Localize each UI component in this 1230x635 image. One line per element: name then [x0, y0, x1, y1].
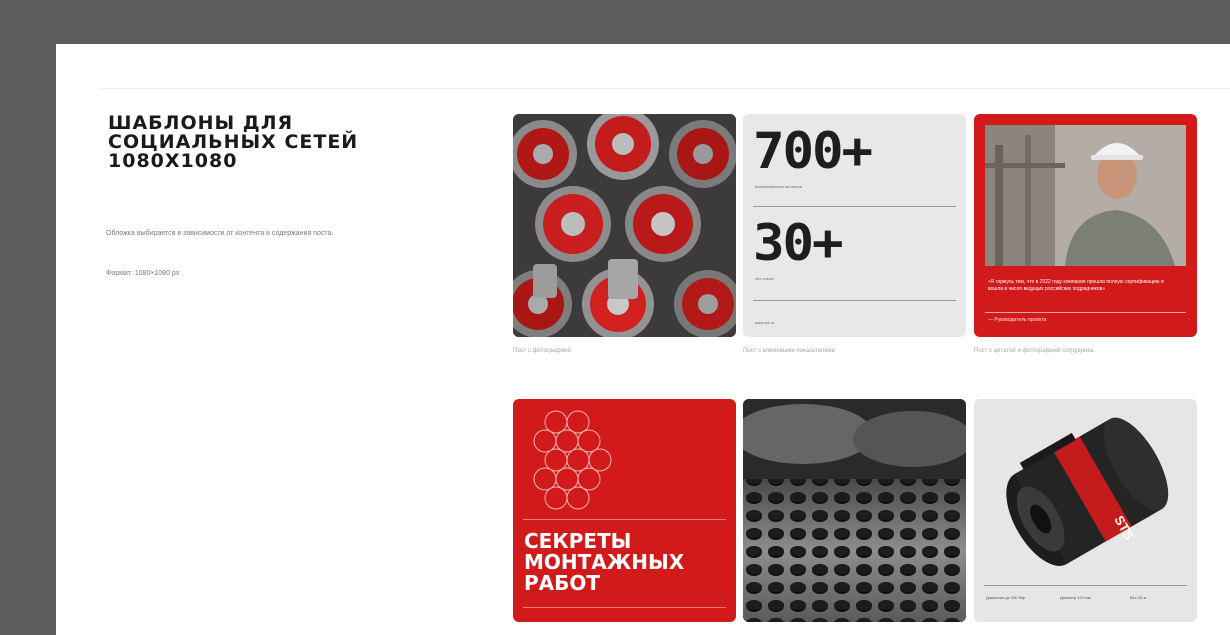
quote-text: «Я горжусь тем, что в 2022 году компания… — [988, 279, 1164, 292]
divider — [753, 206, 956, 207]
quote-author: — Руководитель проекта — [988, 317, 1047, 323]
divider — [984, 585, 1187, 586]
hexagon-pattern-icon — [533, 410, 612, 510]
stat-label: лет опыта — [755, 276, 774, 281]
divider — [753, 300, 956, 301]
card-caption: Пост с цитатой и фотографией сотрудника — [974, 348, 1094, 354]
stat-value: 30+ — [753, 214, 844, 272]
card-caption: Пост с фотографией — [513, 348, 571, 354]
template-card-photo-bw — [743, 399, 966, 622]
website-link: www.sts.ru — [755, 320, 775, 325]
cover-title-line: МОНТАЖНЫХ — [524, 550, 685, 574]
presentation-sheet: ШАБЛОНЫ ДЛЯ СОЦИАЛЬНЫХ СЕТЕЙ 1080X1080 О… — [56, 44, 1230, 635]
title-line: 1080X1080 — [108, 150, 238, 172]
employee-photo — [985, 125, 1186, 266]
spec-item: Вес 35 кг — [1130, 595, 1147, 600]
stat-value: 700+ — [753, 122, 873, 180]
template-card-title: СЕКРЕТЫ МОНТАЖНЫХ РАБОТ — [513, 399, 736, 622]
cover-title-line: РАБОТ — [524, 571, 601, 595]
divider — [523, 519, 726, 520]
cover-title: СЕКРЕТЫ МОНТАЖНЫХ РАБОТ — [524, 531, 684, 594]
divider — [100, 88, 1230, 89]
stat-label: реализованных проектов — [755, 184, 802, 189]
bolts-image — [513, 114, 736, 337]
section-description: Обложка выбирается в зависимости от конт… — [106, 230, 334, 237]
divider — [985, 312, 1186, 313]
format-note: Формат: 1080×1080 px — [106, 270, 180, 277]
divider — [523, 607, 726, 608]
spec-item: Диаметр 120 мм — [1060, 595, 1091, 600]
perforated-plate-image — [743, 399, 966, 622]
template-card-photo — [513, 114, 736, 337]
template-card-quote: «Я горжусь тем, что в 2022 году компания… — [974, 114, 1197, 337]
spec-item: Давление до 250 бар — [986, 595, 1026, 600]
worker-image — [985, 125, 1186, 266]
connector-image: STS — [974, 399, 1197, 579]
cover-title-line: СЕКРЕТЫ — [524, 529, 632, 553]
template-card-product: STS Давление до 250 бар Диаметр 120 мм В… — [974, 399, 1197, 622]
section-title: ШАБЛОНЫ ДЛЯ СОЦИАЛЬНЫХ СЕТЕЙ 1080X1080 — [108, 114, 468, 171]
card-caption: Пост с ключевыми показателями — [743, 348, 836, 354]
template-card-stats: 700+ реализованных проектов 30+ лет опыт… — [743, 114, 966, 337]
